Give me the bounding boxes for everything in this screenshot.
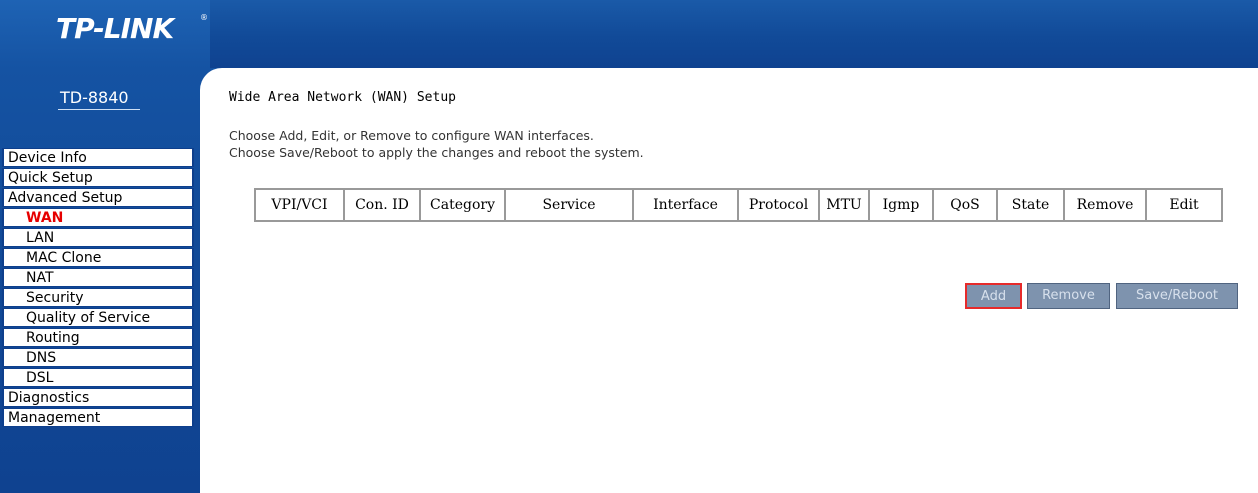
logo-area: TP-LINK ® [0,0,210,68]
col-state: State [996,188,1065,222]
col-service: Service [504,188,634,222]
add-button[interactable]: Add [965,283,1022,309]
description-line-2: Choose Save/Reboot to apply the changes … [229,145,644,160]
model-name: TD-8840 [60,88,129,107]
col-qos: QoS [932,188,998,222]
menu-item-quality-of-service[interactable]: Quality of Service [2,308,194,327]
col-protocol: Protocol [737,188,820,222]
menu-item-dsl[interactable]: DSL [2,368,194,387]
col-category: Category [419,188,506,222]
page-title: Wide Area Network (WAN) Setup [229,90,456,105]
menu-item-mac-clone[interactable]: MAC Clone [2,248,194,267]
menu-item-diagnostics[interactable]: Diagnostics [2,388,194,407]
menu-item-routing[interactable]: Routing [2,328,194,347]
model-underline [58,109,140,110]
wan-interfaces-table: VPI/VCI Con. ID Category Service Interfa… [254,188,1223,222]
col-interface: Interface [632,188,739,222]
col-remove: Remove [1063,188,1147,222]
col-con-id: Con. ID [343,188,421,222]
col-vpi-vci: VPI/VCI [254,188,345,222]
table-header-row: VPI/VCI Con. ID Category Service Interfa… [254,188,1223,222]
save-reboot-button[interactable]: Save/Reboot [1116,283,1238,309]
side-menu: Device Info Quick Setup Advanced Setup W… [2,148,194,428]
menu-item-quick-setup[interactable]: Quick Setup [2,168,194,187]
menu-item-wan[interactable]: WAN [2,208,194,227]
menu-item-security[interactable]: Security [2,288,194,307]
tp-link-logo: TP-LINK [56,12,174,45]
col-mtu: MTU [818,188,870,222]
menu-item-management[interactable]: Management [2,408,194,427]
menu-item-advanced-setup[interactable]: Advanced Setup [2,188,194,207]
menu-item-dns[interactable]: DNS [2,348,194,367]
menu-item-nat[interactable]: NAT [2,268,194,287]
trademark-symbol: ® [200,13,208,22]
menu-item-device-info[interactable]: Device Info [2,148,194,167]
menu-item-lan[interactable]: LAN [2,228,194,247]
col-edit: Edit [1145,188,1223,222]
remove-button[interactable]: Remove [1027,283,1110,309]
description-line-1: Choose Add, Edit, or Remove to configure… [229,128,594,143]
col-igmp: Igmp [868,188,934,222]
